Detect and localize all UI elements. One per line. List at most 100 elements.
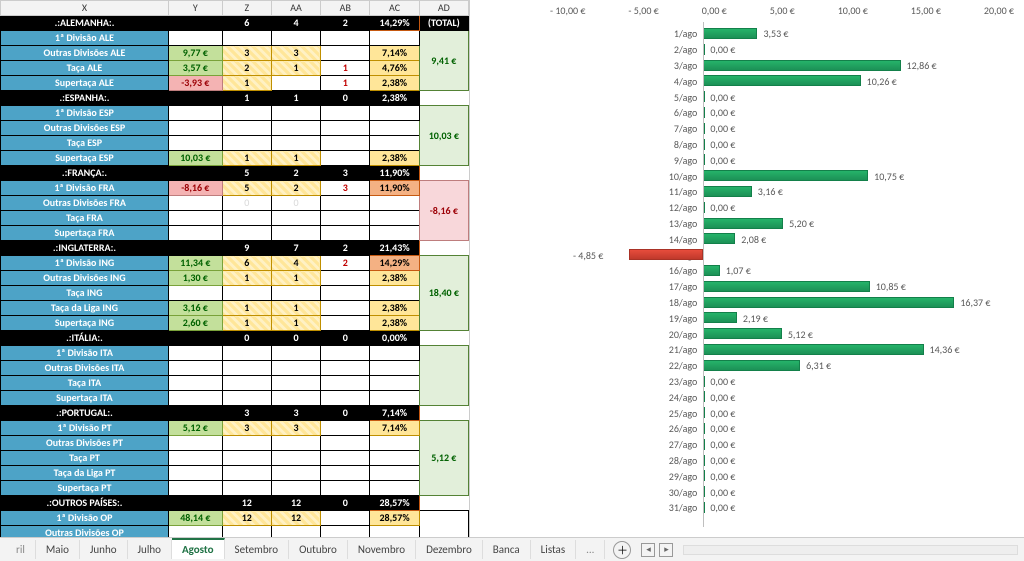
bets-cell[interactable]: 1 bbox=[222, 76, 271, 91]
sheet-tab-strip[interactable]: ril MaioJunhoJulhoAgostoSetembroOutubroN… bbox=[0, 537, 1024, 561]
losses-cell[interactable] bbox=[321, 361, 370, 376]
profit-cell[interactable] bbox=[168, 451, 222, 466]
competition-row[interactable]: Outras Divisões ING1,30 €112,38% bbox=[1, 271, 469, 286]
sheet-tab[interactable]: Novembro bbox=[348, 540, 416, 559]
losses-cell[interactable] bbox=[321, 286, 370, 301]
losses-cell[interactable] bbox=[321, 211, 370, 226]
pct-cell[interactable] bbox=[370, 451, 419, 466]
bets-cell[interactable] bbox=[222, 481, 271, 496]
profit-cell[interactable]: 1,30 € bbox=[168, 271, 222, 286]
competition-row[interactable]: Outras Divisões ITA bbox=[1, 361, 469, 376]
losses-cell[interactable] bbox=[321, 316, 370, 331]
pct-cell[interactable] bbox=[370, 376, 419, 391]
profit-cell[interactable] bbox=[168, 196, 222, 211]
pct-cell[interactable]: 7,14% bbox=[370, 46, 419, 61]
competition-row[interactable]: Supertaça FRA bbox=[1, 226, 469, 241]
profit-cell[interactable] bbox=[168, 481, 222, 496]
bets-cell[interactable] bbox=[222, 106, 271, 121]
profit-cell[interactable] bbox=[168, 466, 222, 481]
section-header[interactable]: .:ESPANHA:.1102,38% bbox=[1, 91, 469, 106]
pct-cell[interactable]: 11,90% bbox=[370, 181, 419, 196]
pct-cell[interactable]: 2,38% bbox=[370, 301, 419, 316]
competition-row[interactable]: Outras Divisões ALE9,77 €337,14% bbox=[1, 46, 469, 61]
profit-cell[interactable] bbox=[168, 526, 222, 538]
wins-cell[interactable]: 3 bbox=[271, 421, 320, 436]
profit-cell[interactable] bbox=[168, 376, 222, 391]
wins-cell[interactable]: 12 bbox=[271, 511, 320, 526]
profit-cell[interactable] bbox=[168, 106, 222, 121]
wins-cell[interactable]: 1 bbox=[271, 61, 320, 76]
pct-cell[interactable] bbox=[370, 136, 419, 151]
bets-cell[interactable] bbox=[222, 286, 271, 301]
losses-cell[interactable] bbox=[321, 271, 370, 286]
competition-row[interactable]: 1ª Divisão ALE9,41 € bbox=[1, 31, 469, 46]
profit-cell[interactable]: -3,93 € bbox=[168, 76, 222, 91]
pct-cell[interactable] bbox=[370, 526, 419, 538]
profit-cell[interactable]: 9,77 € bbox=[168, 46, 222, 61]
bets-cell[interactable]: 3 bbox=[222, 421, 271, 436]
losses-cell[interactable] bbox=[321, 526, 370, 538]
profit-cell[interactable] bbox=[168, 361, 222, 376]
sheet-tab[interactable]: Dezembro bbox=[416, 540, 483, 559]
wins-cell[interactable] bbox=[271, 346, 320, 361]
competition-row[interactable]: Supertaça ITA bbox=[1, 391, 469, 406]
bets-cell[interactable] bbox=[222, 136, 271, 151]
pct-cell[interactable] bbox=[370, 106, 419, 121]
competition-row[interactable]: Outras Divisões ESP bbox=[1, 121, 469, 136]
betting-table[interactable]: X Y Z AA AB AC AD .:ALEMANHA:.64214,29%(… bbox=[0, 0, 469, 537]
wins-cell[interactable] bbox=[271, 376, 320, 391]
sheet-tab[interactable]: Banca bbox=[483, 540, 531, 559]
losses-cell[interactable] bbox=[321, 136, 370, 151]
wins-cell[interactable] bbox=[271, 106, 320, 121]
profit-cell[interactable] bbox=[168, 286, 222, 301]
wins-cell[interactable] bbox=[271, 76, 320, 91]
wins-cell[interactable]: 1 bbox=[271, 316, 320, 331]
losses-cell[interactable] bbox=[321, 451, 370, 466]
competition-row[interactable]: Taça ESP bbox=[1, 136, 469, 151]
competition-row[interactable]: 1ª Divisão PT5,12 €337,14%5,12 € bbox=[1, 421, 469, 436]
wins-cell[interactable]: 1 bbox=[271, 151, 320, 166]
sheet-tab-truncated[interactable]: ril bbox=[6, 540, 36, 559]
bets-cell[interactable]: 1 bbox=[222, 151, 271, 166]
bets-cell[interactable] bbox=[222, 121, 271, 136]
competition-row[interactable]: 1ª Divisão OP48,14 €121228,57% bbox=[1, 511, 469, 526]
losses-cell[interactable] bbox=[321, 466, 370, 481]
col-header-x[interactable]: X bbox=[1, 1, 169, 16]
losses-cell[interactable] bbox=[321, 46, 370, 61]
wins-cell[interactable]: 4 bbox=[271, 256, 320, 271]
competition-row[interactable]: Taça ALE3,57 €2114,76% bbox=[1, 61, 469, 76]
competition-row[interactable]: 1ª Divisão ING11,34 €64214,29%18,40 € bbox=[1, 256, 469, 271]
competition-row[interactable]: Taça ITA bbox=[1, 376, 469, 391]
profit-cell[interactable]: 5,12 € bbox=[168, 421, 222, 436]
losses-cell[interactable] bbox=[321, 511, 370, 526]
competition-row[interactable]: Taça FRA bbox=[1, 211, 469, 226]
bets-cell[interactable] bbox=[222, 436, 271, 451]
wins-cell[interactable] bbox=[271, 436, 320, 451]
losses-cell[interactable] bbox=[321, 121, 370, 136]
profit-cell[interactable]: 3,57 € bbox=[168, 61, 222, 76]
tab-nav-next[interactable]: ▸ bbox=[659, 543, 673, 557]
sheet-tab[interactable]: Outubro bbox=[289, 540, 348, 559]
wins-cell[interactable]: 3 bbox=[271, 46, 320, 61]
wins-cell[interactable]: 0 bbox=[271, 196, 320, 211]
profit-cell[interactable] bbox=[168, 211, 222, 226]
bets-cell[interactable] bbox=[222, 211, 271, 226]
pct-cell[interactable] bbox=[370, 211, 419, 226]
losses-cell[interactable] bbox=[321, 106, 370, 121]
wins-cell[interactable] bbox=[271, 481, 320, 496]
wins-cell[interactable] bbox=[271, 391, 320, 406]
wins-cell[interactable] bbox=[271, 31, 320, 46]
pct-cell[interactable] bbox=[370, 466, 419, 481]
bets-cell[interactable] bbox=[222, 451, 271, 466]
profit-cell[interactable] bbox=[168, 391, 222, 406]
sheet-tab[interactable]: Listas bbox=[531, 540, 576, 559]
competition-row[interactable]: 1ª Divisão ESP10,03 € bbox=[1, 106, 469, 121]
col-header-ac[interactable]: AC bbox=[370, 1, 419, 16]
pct-cell[interactable]: 2,38% bbox=[370, 151, 419, 166]
wins-cell[interactable] bbox=[271, 286, 320, 301]
bets-cell[interactable] bbox=[222, 226, 271, 241]
wins-cell[interactable]: 1 bbox=[271, 301, 320, 316]
new-sheet-button[interactable]: ＋ bbox=[613, 541, 631, 559]
profit-cell[interactable] bbox=[168, 346, 222, 361]
pct-cell[interactable]: 2,38% bbox=[370, 76, 419, 91]
